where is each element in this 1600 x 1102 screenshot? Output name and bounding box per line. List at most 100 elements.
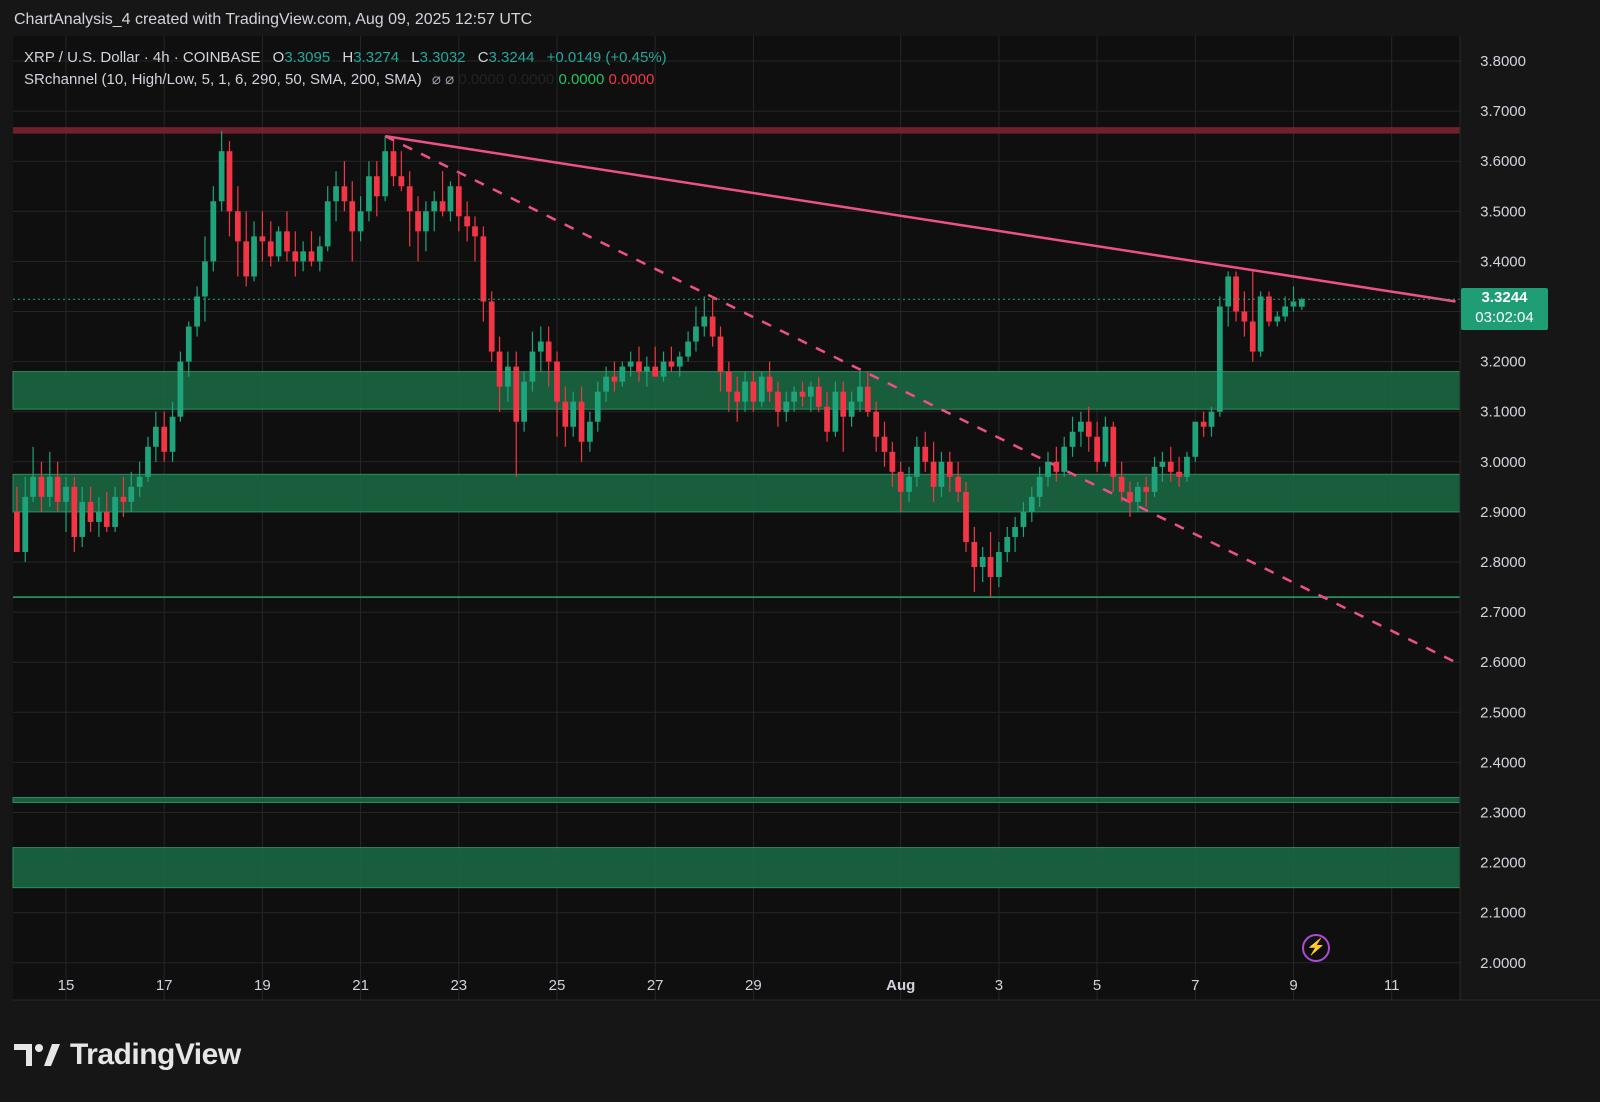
- candle-body: [824, 406, 830, 432]
- price-tick-label: 3.7000: [1480, 103, 1526, 120]
- time-tick-label: 23: [450, 977, 467, 994]
- candle-body: [1225, 276, 1232, 307]
- time-tick-label: 19: [254, 977, 271, 994]
- candle-body: [1036, 476, 1043, 497]
- candle-body: [341, 186, 348, 202]
- candle-body: [848, 401, 855, 417]
- candle-body: [22, 496, 29, 552]
- candle-body: [930, 461, 937, 487]
- candle-body: [685, 341, 691, 357]
- symbol-label[interactable]: XRP / U.S. Dollar · 4h · COINBASE: [24, 49, 260, 66]
- candle-body: [152, 426, 159, 447]
- candle-body: [971, 541, 978, 568]
- support-zone: [12, 371, 1461, 410]
- indicator-label[interactable]: SRchannel (10, High/Low, 5, 1, 6, 290, 5…: [24, 71, 422, 88]
- candle-body: [120, 496, 127, 502]
- indicator-value-2: 0.0000: [508, 71, 555, 88]
- candle-body: [1257, 296, 1264, 352]
- indicator-value-4: 0.0000: [608, 71, 655, 88]
- candle-body: [643, 366, 650, 372]
- candle-body: [1151, 466, 1158, 492]
- candle-body: [1159, 461, 1166, 467]
- price-tick-label: 2.6000: [1480, 654, 1526, 671]
- price-tick-label: 3.1000: [1480, 404, 1526, 421]
- time-tick-label: 21: [352, 977, 369, 994]
- candle-body: [1118, 476, 1125, 492]
- candle-body: [1012, 526, 1018, 537]
- candle-body: [807, 386, 814, 397]
- candle-body: [1233, 276, 1239, 312]
- candle-body: [1176, 471, 1182, 477]
- candle-body: [987, 556, 994, 578]
- candle-body: [423, 211, 429, 232]
- candle-body: [594, 391, 601, 422]
- candle-body: [145, 446, 151, 477]
- price-tick-label: 3.4000: [1480, 253, 1526, 270]
- price-tick-label: 2.7000: [1480, 604, 1526, 621]
- candle-body: [210, 201, 217, 262]
- brand-name: TradingView: [70, 1038, 241, 1071]
- candle-body: [955, 476, 962, 492]
- candle-body: [627, 361, 634, 367]
- candle-body: [652, 366, 659, 377]
- close-value: 3.3244: [488, 49, 535, 66]
- indicator-value-3: 0.0000: [558, 71, 605, 88]
- candle-body: [505, 366, 511, 387]
- candle-body: [799, 391, 806, 397]
- price-tick-label: 2.4000: [1480, 754, 1526, 771]
- candle-body: [234, 211, 241, 242]
- price-tick-label: 3.5000: [1480, 203, 1526, 220]
- candle-body: [603, 376, 609, 392]
- candle-body: [431, 201, 438, 212]
- candle-body: [619, 366, 626, 382]
- candle-body: [857, 386, 863, 402]
- candle-body: [668, 361, 675, 367]
- low-label: L: [411, 49, 420, 66]
- candle-body: [349, 201, 356, 232]
- candle-body: [611, 376, 618, 382]
- price-chart[interactable]: 3.80003.70003.60003.50003.40003.30003.20…: [0, 0, 1600, 1102]
- candle-body: [275, 231, 282, 257]
- candle-body: [1004, 536, 1011, 552]
- candle-body: [587, 421, 593, 442]
- candle-body: [46, 476, 53, 497]
- candle-body: [906, 476, 912, 492]
- candle-body: [750, 381, 757, 402]
- tradingview-brand: TradingView: [14, 1038, 241, 1072]
- candle-body: [1216, 306, 1223, 412]
- price-tick-label: 3.8000: [1480, 53, 1526, 70]
- candle-body: [881, 436, 888, 452]
- candle-body: [1020, 511, 1027, 527]
- indicator-visibility-icon[interactable]: ⌀ ⌀: [432, 71, 454, 88]
- candle-body: [758, 376, 765, 402]
- candle-body: [709, 316, 716, 337]
- candle-body: [1266, 296, 1272, 322]
- candle-body: [1241, 311, 1248, 322]
- candle-body: [87, 501, 94, 522]
- price-axis: 3.80003.70003.60003.50003.40003.30003.20…: [1480, 53, 1526, 972]
- candle-body: [725, 371, 732, 392]
- candle-body: [1290, 301, 1297, 307]
- lightning-icon[interactable]: ⚡: [1302, 934, 1330, 962]
- candle-body: [840, 391, 847, 417]
- candle-body: [194, 296, 200, 327]
- candle-body: [218, 151, 225, 202]
- price-tick-label: 2.0000: [1480, 955, 1526, 972]
- candle-body: [103, 511, 110, 527]
- time-tick-label: 3: [995, 977, 1003, 994]
- candle-body: [308, 251, 315, 262]
- candle-body: [390, 151, 397, 177]
- candle-body: [112, 496, 118, 527]
- candle-body: [766, 376, 773, 392]
- candle-body: [136, 476, 143, 487]
- candle-body: [71, 486, 78, 537]
- candle-body: [537, 341, 544, 352]
- candle-body: [96, 511, 102, 522]
- candle-body: [734, 391, 741, 402]
- candle-body: [1249, 321, 1256, 352]
- price-tick-label: 3.0000: [1480, 454, 1526, 471]
- candle-body: [373, 176, 380, 197]
- candle-body: [38, 476, 45, 497]
- candle-body: [382, 151, 389, 197]
- candle-body: [30, 476, 36, 497]
